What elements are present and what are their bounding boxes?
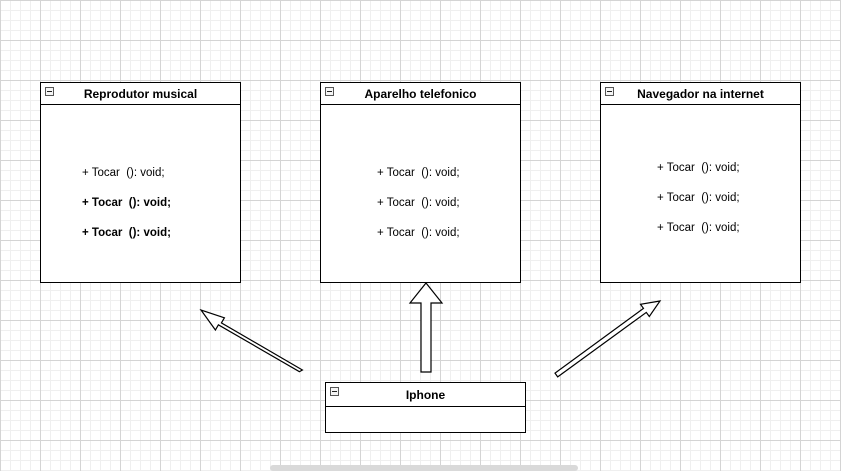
horizontal-scrollbar[interactable] [270,465,578,471]
arrows-layer [199,282,662,378]
arrow-to-aparelho[interactable] [408,282,444,373]
arrow-to-reprodutor[interactable] [199,308,304,373]
arrow-to-navegador[interactable] [554,300,662,378]
